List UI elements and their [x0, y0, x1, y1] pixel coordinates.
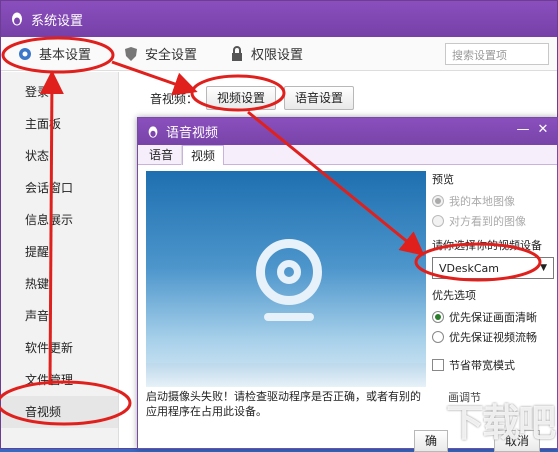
radio-button: [432, 331, 444, 343]
checkbox-label: 节省带宽模式: [449, 359, 515, 372]
radio-smooth-priority[interactable]: 优先保证视频流畅: [432, 327, 554, 347]
dialog-titlebar: 语音视频 — ✕: [138, 118, 557, 145]
sidebar-item-software-update[interactable]: 软件更新: [1, 332, 118, 364]
radio-clarity-priority[interactable]: 优先保证画面清晰: [432, 307, 554, 327]
radio-label: 我的本地图像: [449, 195, 515, 208]
tab-label: 基本设置: [39, 48, 92, 63]
priority-label: 优先选项: [432, 289, 476, 302]
audio-video-row: 音视频： 视频设置 语音设置: [150, 86, 355, 110]
tab-permission-settings[interactable]: 权限设置: [213, 37, 319, 71]
video-settings-button[interactable]: 视频设置: [206, 86, 277, 110]
video-device-select[interactable]: VDeskCam ▼: [432, 257, 554, 279]
webcam-lens: [277, 260, 301, 284]
radio-button: [432, 195, 444, 207]
webcam-base: [264, 313, 314, 321]
radio-label: 优先保证视频流畅: [449, 331, 537, 344]
audio-settings-button[interactable]: 语音设置: [284, 86, 355, 110]
window-titlebar: 系统设置: [1, 1, 557, 37]
tab-label: 权限设置: [251, 48, 304, 63]
dialog-title: 语音视频: [166, 126, 219, 141]
radio-remote-image[interactable]: 对方看到的图像: [432, 211, 554, 231]
close-icon[interactable]: ✕: [535, 122, 551, 137]
tab-video[interactable]: 视频: [182, 145, 225, 165]
preview-ground: [146, 363, 426, 387]
dialog-tabs: 语音 视频: [138, 145, 557, 165]
gear-icon: [19, 47, 31, 60]
tab-security-settings[interactable]: 安全设置: [107, 37, 213, 71]
watermark: 下载吧: [445, 401, 556, 445]
radio-label: 优先保证画面清晰: [449, 311, 537, 324]
checkbox-save-bandwidth[interactable]: 节省带宽模式: [432, 355, 554, 375]
sidebar-item-chat-window[interactable]: 会话窗口: [1, 172, 118, 204]
penguin-icon: [148, 125, 158, 138]
tab-voice[interactable]: 语音: [141, 145, 183, 165]
search-input[interactable]: 搜索设置项: [445, 43, 549, 65]
penguin-icon: [12, 12, 22, 26]
settings-tabs: 基本设置 安全设置 权限设置 搜索设置项: [1, 37, 557, 71]
settings-sidebar: 登录 主面板 状态 会话窗口 信息展示 提醒 热键 声音 软件更新 文件管理 音…: [1, 72, 119, 448]
radio-local-image[interactable]: 我的本地图像: [432, 191, 554, 211]
sidebar-item-main-panel[interactable]: 主面板: [1, 108, 118, 140]
minimize-icon[interactable]: —: [515, 122, 531, 137]
tab-basic-settings[interactable]: 基本设置: [1, 37, 107, 71]
device-select-value: VDeskCam: [439, 261, 500, 275]
radio-button: [432, 311, 444, 323]
radio-button: [432, 215, 444, 227]
sidebar-item-status[interactable]: 状态: [1, 140, 118, 172]
tab-label: 安全设置: [145, 48, 198, 63]
audio-video-label: 音视频：: [150, 91, 199, 106]
radio-label: 对方看到的图像: [449, 215, 526, 228]
chevron-down-icon: ▼: [540, 263, 547, 273]
sidebar-item-hotkeys[interactable]: 热键: [1, 268, 118, 300]
sidebar-item-login[interactable]: 登录: [1, 76, 118, 108]
video-options: 预览 我的本地图像 对方看到的图像 请你选择你的视频设备 VDeskCam ▼ …: [432, 171, 554, 405]
sidebar-item-file-management[interactable]: 文件管理: [1, 364, 118, 396]
sidebar-item-audio-video[interactable]: 音视频: [1, 396, 118, 428]
lock-icon: [232, 45, 243, 61]
device-label: 请你选择你的视频设备: [432, 239, 542, 252]
window-title: 系统设置: [31, 13, 84, 29]
checkbox: [432, 359, 444, 371]
camera-error-message: 启动摄像头失败！请检查驱动程序是否正确，或者有别的应用程序在占用此设备。: [146, 390, 421, 418]
preview-label: 预览: [432, 173, 454, 186]
sidebar-item-info-display[interactable]: 信息展示: [1, 204, 118, 236]
shield-icon: [125, 46, 138, 61]
sidebar-item-sound[interactable]: 声音: [1, 300, 118, 332]
sidebar-item-reminder[interactable]: 提醒: [1, 236, 118, 268]
video-preview: [146, 171, 426, 387]
